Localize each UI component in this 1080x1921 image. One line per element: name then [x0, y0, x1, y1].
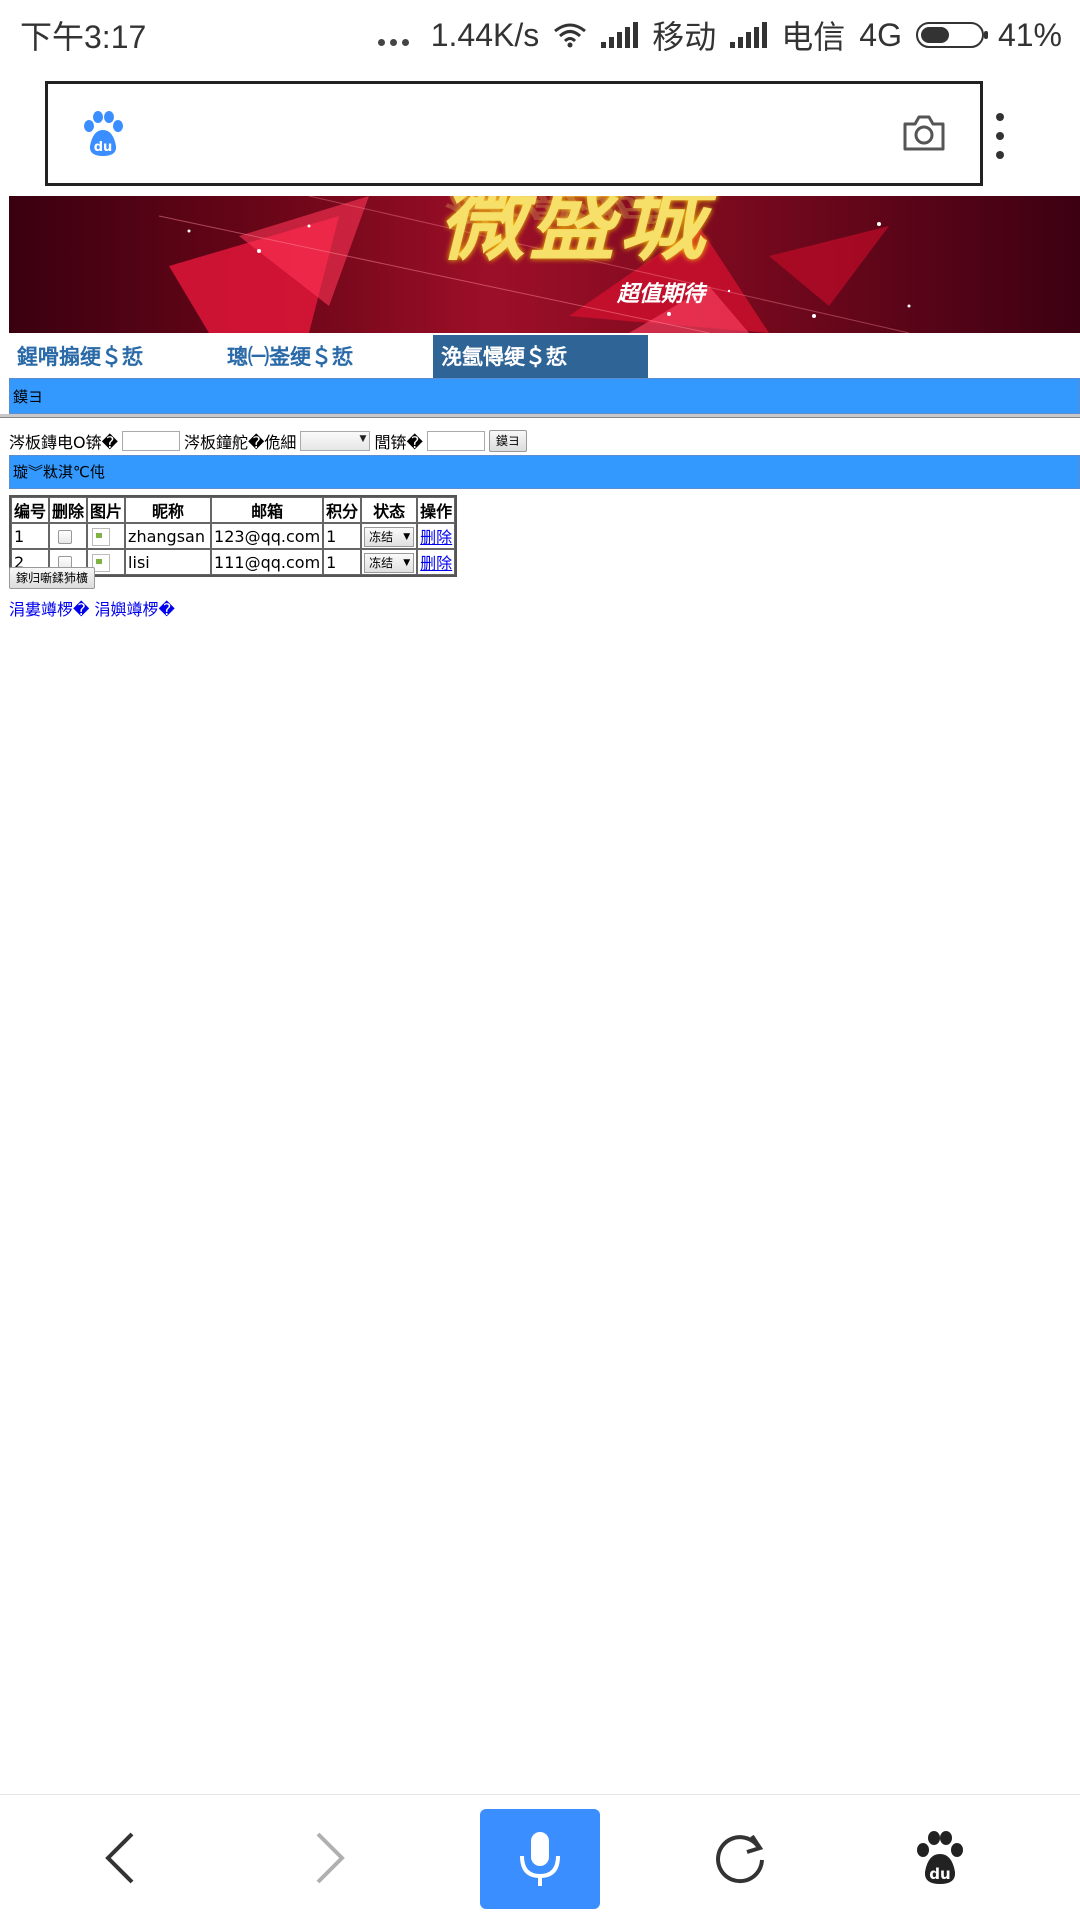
forward-button[interactable] [290, 1795, 370, 1921]
banner-title-reflection: 微盛城 [439, 196, 661, 226]
search-button[interactable]: 鏌ヨ [488, 430, 527, 452]
microphone-icon [520, 1832, 560, 1886]
table-header-row: 编号 删除 图片 昵称 邮箱 积分 状态 操作 [11, 497, 456, 523]
network-type: 4G [859, 16, 902, 53]
batch-delete-wrap: 鎵归噺鍒犻櫎 [9, 567, 96, 589]
nav-tab-products[interactable]: 鍟嗗搧绠＄悊 [9, 335, 219, 379]
cell-email: 123@qq.com [211, 523, 324, 549]
nav-tab-orders[interactable]: 璁㈠崟绠＄悊 [219, 335, 433, 379]
table-row: 1 zhangsan 123@qq.com 1 冻结 删除 [11, 523, 456, 549]
cell-email: 111@qq.com [211, 549, 324, 575]
col-delete: 删除 [49, 497, 88, 523]
status-label: 涔板鐘舵�佹細 [184, 433, 297, 452]
col-id: 编号 [11, 497, 50, 523]
browser-search-bar[interactable]: du [45, 81, 983, 186]
battery-icon [915, 22, 988, 48]
nickname-input[interactable] [122, 431, 181, 451]
signal-icon [601, 22, 639, 48]
cell-nickname: lisi [125, 549, 212, 575]
status-select[interactable] [300, 431, 371, 451]
wifi-icon [554, 23, 587, 48]
browser-bottom-nav: du [0, 1794, 1080, 1921]
refresh-icon [716, 1834, 764, 1884]
cell-image [87, 523, 126, 549]
banner: 微盛城 微盛城 超值期待 [9, 196, 1080, 333]
status-indicators: 1.44K/s 移动 电信 4G 41% [377, 12, 1062, 58]
col-image: 图片 [87, 497, 126, 523]
email-input[interactable] [426, 431, 485, 451]
status-dropdown[interactable]: 冻结 [364, 552, 415, 573]
baidu-paw-icon: du [84, 111, 123, 156]
batch-delete-button[interactable]: 鎵归噺鍒犻櫎 [9, 567, 96, 589]
cell-status: 冻结 [361, 549, 418, 575]
chevron-right-icon [316, 1832, 345, 1884]
signal-icon-2 [730, 22, 768, 48]
status-dropdown[interactable]: 冻结 [364, 526, 415, 547]
delete-link[interactable]: 删除 [420, 528, 452, 547]
camera-icon[interactable] [902, 114, 946, 152]
cell-delete [49, 523, 88, 549]
baidu-paw-icon: du [917, 1831, 963, 1884]
cell-points: 1 [323, 523, 362, 549]
status-bar: 下午3:17 1.44K/s 移动 电信 4G 41% [0, 0, 1080, 62]
cell-status: 冻结 [361, 523, 418, 549]
member-table: 编号 删除 图片 昵称 邮箱 积分 状态 操作 1 zhangsan 123@q… [9, 495, 458, 577]
divider [0, 414, 1080, 418]
carrier-2: 电信 [781, 19, 846, 55]
svg-text:du: du [94, 140, 113, 155]
carrier-1: 移动 [652, 19, 717, 55]
col-email: 邮箱 [211, 497, 324, 523]
chevron-left-icon [105, 1832, 134, 1884]
battery-percent: 41% [997, 16, 1062, 53]
cell-action: 删除 [417, 523, 456, 549]
email-label: 閭锛� [374, 433, 423, 452]
col-action: 操作 [417, 497, 456, 523]
voice-search-button[interactable] [480, 1809, 600, 1909]
cell-points: 1 [323, 549, 362, 575]
refresh-button[interactable] [700, 1795, 780, 1921]
net-speed: 1.44K/s [430, 16, 540, 53]
more-menu-icon[interactable] [996, 113, 1004, 159]
svg-text:du: du [929, 1865, 950, 1883]
delete-link[interactable]: 删除 [420, 554, 452, 573]
nickname-label: 涔板鏄电О锛� [9, 433, 119, 452]
banner-subtitle: 超值期待 [617, 282, 706, 307]
cell-id: 1 [11, 523, 50, 549]
row-checkbox[interactable] [58, 530, 73, 544]
list-section-bar: 璇︾粏淇℃伅 [9, 455, 1080, 489]
col-points: 积分 [323, 497, 362, 523]
back-button[interactable] [80, 1795, 160, 1921]
cell-nickname: zhangsan [125, 523, 212, 549]
col-nickname: 昵称 [125, 497, 212, 523]
next-page-link[interactable]: 涓嬩竴椤� [95, 600, 175, 619]
baidu-home-button[interactable]: du [900, 1795, 980, 1921]
prev-page-link[interactable]: 涓婁竴椤� [9, 600, 89, 619]
broken-image-icon [92, 527, 111, 546]
more-notifications-icon [377, 25, 409, 46]
status-time: 下午3:17 [20, 19, 147, 55]
col-status: 状态 [361, 497, 418, 523]
search-form: 涔板鏄电О锛� 涔板鐘舵�佹細 閭锛� 鏌ヨ [9, 428, 527, 454]
query-section-bar: 鏌ヨ [9, 378, 1080, 414]
cell-action: 删除 [417, 549, 456, 575]
nav-tab-members[interactable]: 浼氬憳绠＄悊 [433, 335, 648, 379]
pager: 涓婁竴椤� 涓嬩竴椤� [9, 596, 175, 620]
main-nav: 鍟嗗搧绠＄悊 璁㈠崟绠＄悊 浼氬憳绠＄悊 [9, 335, 1080, 380]
